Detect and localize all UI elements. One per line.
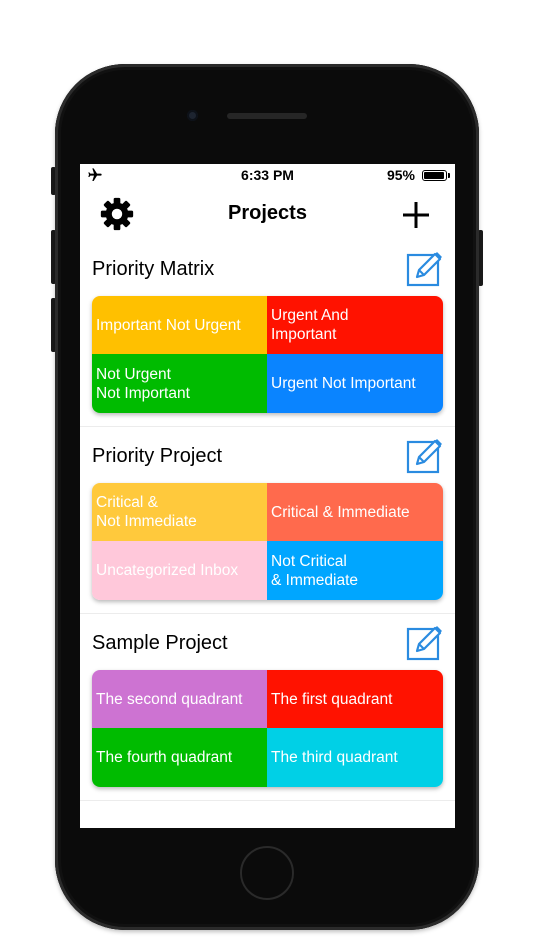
project-card[interactable]: Sample Project The second quadrant The f… [80, 624, 455, 810]
quadrant-bottom-left[interactable]: The fourth quadrant [92, 728, 267, 787]
quadrant-bottom-left[interactable]: Not Urgent Not Important [92, 354, 267, 413]
battery-tip [448, 173, 450, 178]
divider [80, 800, 455, 801]
edit-icon[interactable] [405, 437, 443, 475]
quadrant-bottom-right[interactable]: Not Critical & Immediate [267, 541, 443, 600]
app-screen: 6:33 PM 95% Projects Priority Matrix Imp… [80, 164, 455, 828]
page-title: Projects [228, 202, 307, 224]
plus-icon[interactable] [400, 199, 432, 231]
front-camera [187, 110, 198, 121]
edit-icon[interactable] [405, 250, 443, 288]
quadrant-top-right[interactable]: The first quadrant [267, 670, 443, 728]
battery-percent: 95% [386, 167, 415, 183]
project-name: Sample Project [92, 632, 228, 654]
project-card[interactable]: Priority Project Critical & Not Immediat… [80, 437, 455, 623]
quadrant-top-left[interactable]: The second quadrant [92, 670, 267, 728]
priority-matrix[interactable]: Critical & Not Immediate Critical & Imme… [92, 483, 443, 600]
quadrant-top-left[interactable]: Important Not Urgent [92, 296, 267, 354]
earpiece-speaker [227, 113, 307, 119]
stage: 6:33 PM 95% Projects Priority Matrix Imp… [0, 0, 534, 950]
divider [80, 613, 455, 614]
priority-matrix[interactable]: The second quadrant The first quadrant T… [92, 670, 443, 787]
quadrant-bottom-right[interactable]: The third quadrant [267, 728, 443, 787]
status-bar: 6:33 PM 95% [80, 164, 455, 186]
quadrant-top-right[interactable]: Urgent And Important [267, 296, 443, 354]
project-name: Priority Matrix [92, 258, 215, 280]
navigation-bar: Projects [80, 186, 455, 242]
quadrant-bottom-right[interactable]: Urgent Not Important [267, 354, 443, 413]
quadrant-top-left[interactable]: Critical & Not Immediate [92, 483, 267, 541]
edit-icon[interactable] [405, 624, 443, 662]
project-name: Priority Project [92, 445, 223, 467]
divider [80, 426, 455, 427]
home-button[interactable] [240, 846, 294, 900]
project-card[interactable]: Priority Matrix Important Not Urgent Urg… [80, 250, 455, 436]
priority-matrix[interactable]: Important Not Urgent Urgent And Importan… [92, 296, 443, 413]
quadrant-top-right[interactable]: Critical & Immediate [267, 483, 443, 541]
battery-level [424, 172, 444, 179]
battery-icon [422, 170, 447, 181]
quadrant-bottom-left[interactable]: Uncategorized Inbox [92, 541, 267, 600]
